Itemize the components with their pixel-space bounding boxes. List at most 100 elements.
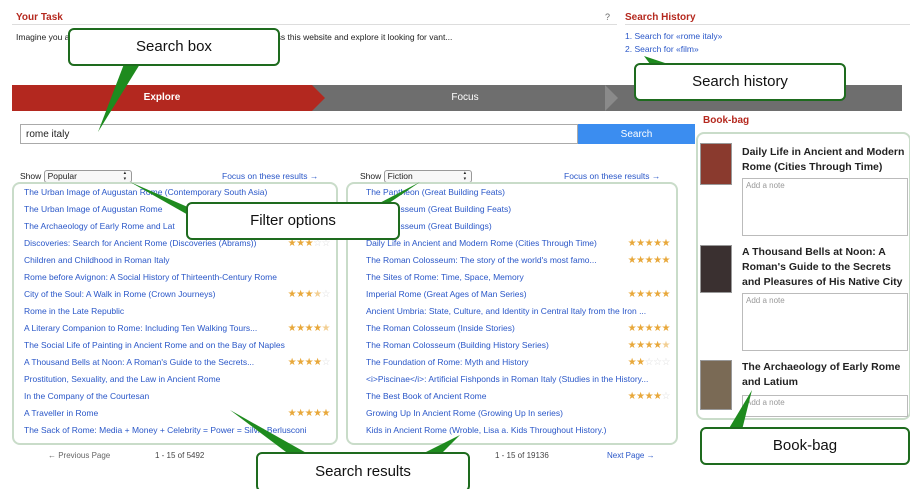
result-title-link[interactable]: Rome in the Late Republic: [24, 306, 124, 316]
result-item[interactable]: Children and Childhood in Roman Italy: [24, 252, 330, 269]
star-icon: ★: [653, 340, 662, 351]
result-title-link[interactable]: A Thousand Bells at Noon: A Roman's Guid…: [24, 357, 254, 367]
result-item[interactable]: Rome in the Late Republic: [24, 303, 330, 320]
star-icon: ★: [296, 289, 305, 300]
star-icon: ★: [627, 255, 637, 266]
star-icon: ★: [636, 238, 645, 249]
star-icon: ★: [636, 255, 645, 266]
bookbag-item-title[interactable]: Daily Life in Ancient and Modern Rome (C…: [742, 145, 910, 175]
star-icon: ★: [627, 357, 637, 368]
result-item[interactable]: The Best Book of Ancient Rome ★★★★☆: [366, 388, 670, 405]
result-item[interactable]: Imperial Rome (Great Ages of Man Series)…: [366, 286, 670, 303]
result-item[interactable]: A Literary Companion to Rome: Including …: [24, 320, 330, 337]
result-item[interactable]: In the Company of the Courtesan: [24, 388, 330, 405]
prev-page-link[interactable]: ← Previous Page: [48, 451, 110, 460]
result-item[interactable]: A Traveller in Rome ★★★★★: [24, 405, 330, 422]
result-item[interactable]: The Sites of Rome: Time, Space, Memory: [366, 269, 670, 286]
result-item[interactable]: Prostitution, Sexuality, and the Law in …: [24, 371, 330, 388]
star-icon: ☆: [661, 391, 670, 402]
result-item[interactable]: The Sack of Rome: Media + Money + Celebr…: [24, 422, 330, 439]
star-icon: ★: [644, 238, 654, 249]
help-icon[interactable]: ?: [605, 12, 610, 22]
result-item[interactable]: Kids in Ancient Rome (Wroble, Lisa a. Ki…: [366, 422, 670, 439]
result-title-link[interactable]: A Traveller in Rome: [24, 408, 98, 418]
result-item[interactable]: The Social Life of Painting in Ancient R…: [24, 337, 330, 354]
result-title-link[interactable]: In the Company of the Courtesan: [24, 391, 149, 401]
result-item[interactable]: <i>Piscinae</i>: Artificial Fishponds in…: [366, 371, 670, 388]
bookbag-item-title[interactable]: The Archaeology of Early Rome and Latium: [742, 360, 910, 390]
search-history-item[interactable]: 1. Search for «rome italy»: [625, 30, 722, 43]
next-page-link[interactable]: Next Page →: [607, 451, 655, 460]
rating-stars: ★★★★★: [288, 320, 330, 337]
result-title-link[interactable]: Rome before Avignon: A Social History of…: [24, 272, 277, 282]
result-item[interactable]: The Roman Colosseum: The story of the wo…: [366, 252, 670, 269]
result-item[interactable]: The Colosseum (Great Building Feats): [366, 201, 670, 218]
search-input[interactable]: [20, 124, 578, 144]
result-item[interactable]: Daily Life in Ancient and Modern Rome (C…: [366, 235, 670, 252]
result-title-link[interactable]: Daily Life in Ancient and Modern Rome (C…: [366, 238, 597, 248]
result-title-link[interactable]: City of the Soul: A Walk in Rome (Crown …: [24, 289, 215, 299]
result-title-link[interactable]: Children and Childhood in Roman Italy: [24, 255, 170, 265]
star-icon: ★: [653, 323, 662, 334]
result-title-link[interactable]: The Foundation of Rome: Myth and History: [366, 357, 529, 367]
result-title-link[interactable]: Growing Up In Ancient Rome (Growing Up I…: [366, 408, 563, 418]
result-item[interactable]: Ancient Umbria: State, Culture, and Iden…: [366, 303, 670, 320]
star-icon: ★: [636, 289, 645, 300]
rating-stars: ★★★★☆: [288, 354, 330, 371]
result-item[interactable]: Growing Up In Ancient Rome (Growing Up I…: [366, 405, 670, 422]
result-title-link[interactable]: Imperial Rome (Great Ages of Man Series): [366, 289, 527, 299]
star-icon: ★: [644, 340, 654, 351]
result-title-link[interactable]: The Pantheon (Great Building Feats): [366, 187, 505, 197]
right-results-list: The Pantheon (Great Building Feats) The C…: [366, 184, 670, 439]
note-field[interactable]: Add a note: [742, 178, 908, 236]
result-title-link[interactable]: The Sites of Rome: Time, Space, Memory: [366, 272, 524, 282]
star-icon: ☆: [321, 289, 330, 300]
result-item[interactable]: The Roman Colosseum (Building History Se…: [366, 337, 670, 354]
bookbag-item-title[interactable]: A Thousand Bells at Noon: A Roman's Guid…: [742, 245, 910, 290]
result-item[interactable]: The Foundation of Rome: Myth and History…: [366, 354, 670, 371]
star-icon: ☆: [661, 357, 670, 368]
book-cover: [700, 360, 732, 410]
result-item[interactable]: The Urban Image of Augustan Rome (Contem…: [24, 184, 330, 201]
result-title-link[interactable]: The Archaeology of Early Rome and Lat: [24, 221, 175, 231]
result-title-link[interactable]: The Roman Colosseum: The story of the wo…: [366, 255, 597, 265]
task-heading: Your Task: [16, 12, 63, 23]
rating-stars: ★★★★☆: [288, 286, 330, 303]
result-item[interactable]: City of the Soul: A Walk in Rome (Crown …: [24, 286, 330, 303]
result-title-link[interactable]: Prostitution, Sexuality, and the Law in …: [24, 374, 220, 384]
step-focus[interactable]: Focus: [325, 85, 605, 111]
step-explore[interactable]: Explore: [12, 85, 325, 111]
star-icon: ★: [627, 391, 637, 402]
star-icon: ★: [313, 357, 322, 368]
result-title-link[interactable]: Ancient Umbria: State, Culture, and Iden…: [366, 306, 646, 316]
divider: [625, 24, 910, 25]
note-field[interactable]: Add a note: [742, 293, 908, 351]
callout-bookbag: Book-bag: [700, 427, 910, 465]
left-focus-link[interactable]: Focus on these results →: [222, 171, 318, 181]
result-item[interactable]: A Thousand Bells at Noon: A Roman's Guid…: [24, 354, 330, 371]
result-title-link[interactable]: <i>Piscinae</i>: Artificial Fishponds in…: [366, 374, 648, 384]
search-history-item[interactable]: 2. Search for «film»: [625, 43, 722, 56]
star-icon: ★: [661, 340, 670, 351]
result-title-link[interactable]: The Urban Image of Augustan Rome: [24, 204, 162, 214]
star-icon: ★: [661, 238, 670, 249]
result-title-link[interactable]: The Roman Colosseum (Inside Stories): [366, 323, 515, 333]
show-label: Show: [20, 170, 42, 181]
note-field[interactable]: Add a note: [742, 395, 908, 417]
result-item[interactable]: The Colosseum (Great Buildings): [366, 218, 670, 235]
search-history-heading: Search History: [625, 12, 696, 23]
result-item[interactable]: Rome before Avignon: A Social History of…: [24, 269, 330, 286]
result-title-link[interactable]: Kids in Ancient Rome (Wroble, Lisa a. Ki…: [366, 425, 606, 435]
result-title-link[interactable]: The Best Book of Ancient Rome: [366, 391, 486, 401]
star-icon: ★: [296, 408, 305, 419]
result-title-link[interactable]: The Sack of Rome: Media + Money + Celebr…: [24, 425, 307, 435]
result-title-link[interactable]: The Urban Image of Augustan Rome (Contem…: [24, 187, 267, 197]
result-title-link[interactable]: The Roman Colosseum (Building History Se…: [366, 340, 549, 350]
star-icon: ★: [287, 289, 297, 300]
result-title-link[interactable]: A Literary Companion to Rome: Including …: [24, 323, 257, 333]
result-item[interactable]: The Roman Colosseum (Inside Stories) ★★★★…: [366, 320, 670, 337]
result-title-link[interactable]: The Social Life of Painting in Ancient R…: [24, 340, 285, 350]
result-item[interactable]: The Pantheon (Great Building Feats): [366, 184, 670, 201]
search-button[interactable]: Search: [578, 124, 695, 144]
right-focus-link[interactable]: Focus on these results →: [564, 171, 660, 181]
